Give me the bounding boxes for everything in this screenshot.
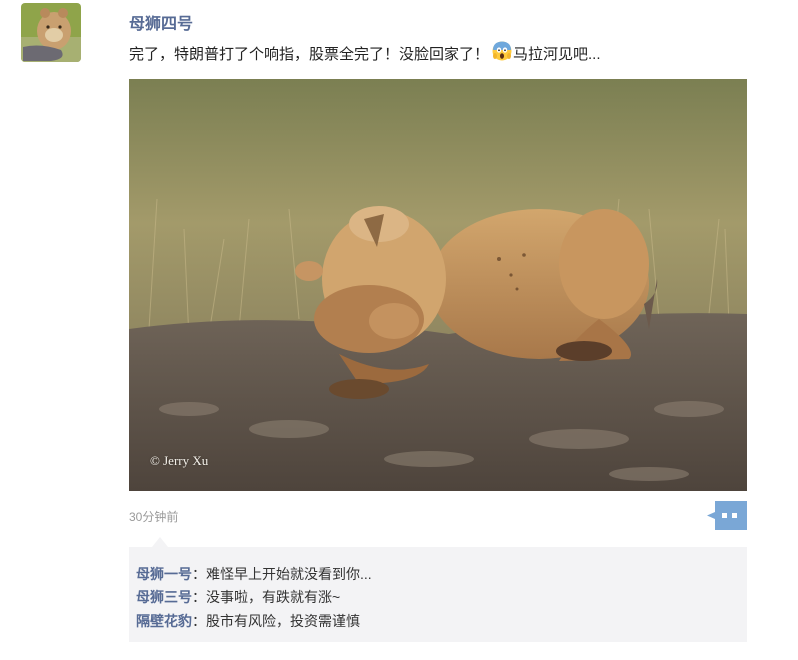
comment-item[interactable]: 母狮一号：难怪早上开始就没看到你... <box>136 564 372 584</box>
comment-item[interactable]: 母狮三号：没事啦，有跌就有涨~ <box>136 587 340 607</box>
post-author-name[interactable]: 母狮四号 <box>129 10 193 34</box>
comment-separator: ： <box>192 566 206 582</box>
comment-item[interactable]: 隔壁花豹：股市有风险，投资需谨慎 <box>136 611 360 631</box>
comment-separator: ： <box>192 613 206 629</box>
post-text: 完了，特朗普打了个响指，股票全完了！没脸回家了！ 马拉河见吧... <box>129 41 601 64</box>
comment-separator: ： <box>192 589 206 605</box>
post-text-main: 完了，特朗普打了个响指，股票全完了！没脸回家了！ <box>129 46 490 63</box>
comment-author[interactable]: 母狮三号 <box>136 589 192 605</box>
post-timestamp: 30分钟前 <box>129 510 179 524</box>
scream-emoji-icon <box>492 41 512 61</box>
post-photo[interactable]: © Jerry Xu <box>129 79 747 491</box>
comments-arrow <box>152 537 168 547</box>
comment-text: 股市有风险，投资需谨慎 <box>206 613 360 629</box>
photo-watermark: © Jerry Xu <box>150 453 209 468</box>
lioness-avatar-image <box>21 3 81 62</box>
comments-box: 母狮一号：难怪早上开始就没看到你... 母狮三号：没事啦，有跌就有涨~ 隔壁花豹… <box>129 547 747 642</box>
comment-button[interactable] <box>707 501 747 530</box>
post-text-tail: 马拉河见吧... <box>513 46 601 63</box>
comment-author[interactable]: 母狮一号 <box>136 566 192 582</box>
lioness-covering-face-photo <box>129 79 747 491</box>
comment-text: 没事啦，有跌就有涨~ <box>206 589 341 605</box>
avatar[interactable] <box>21 3 81 62</box>
comment-text: 难怪早上开始就没看到你... <box>206 566 372 582</box>
comment-author[interactable]: 隔壁花豹 <box>136 613 192 629</box>
comment-dots-icon <box>707 501 747 530</box>
